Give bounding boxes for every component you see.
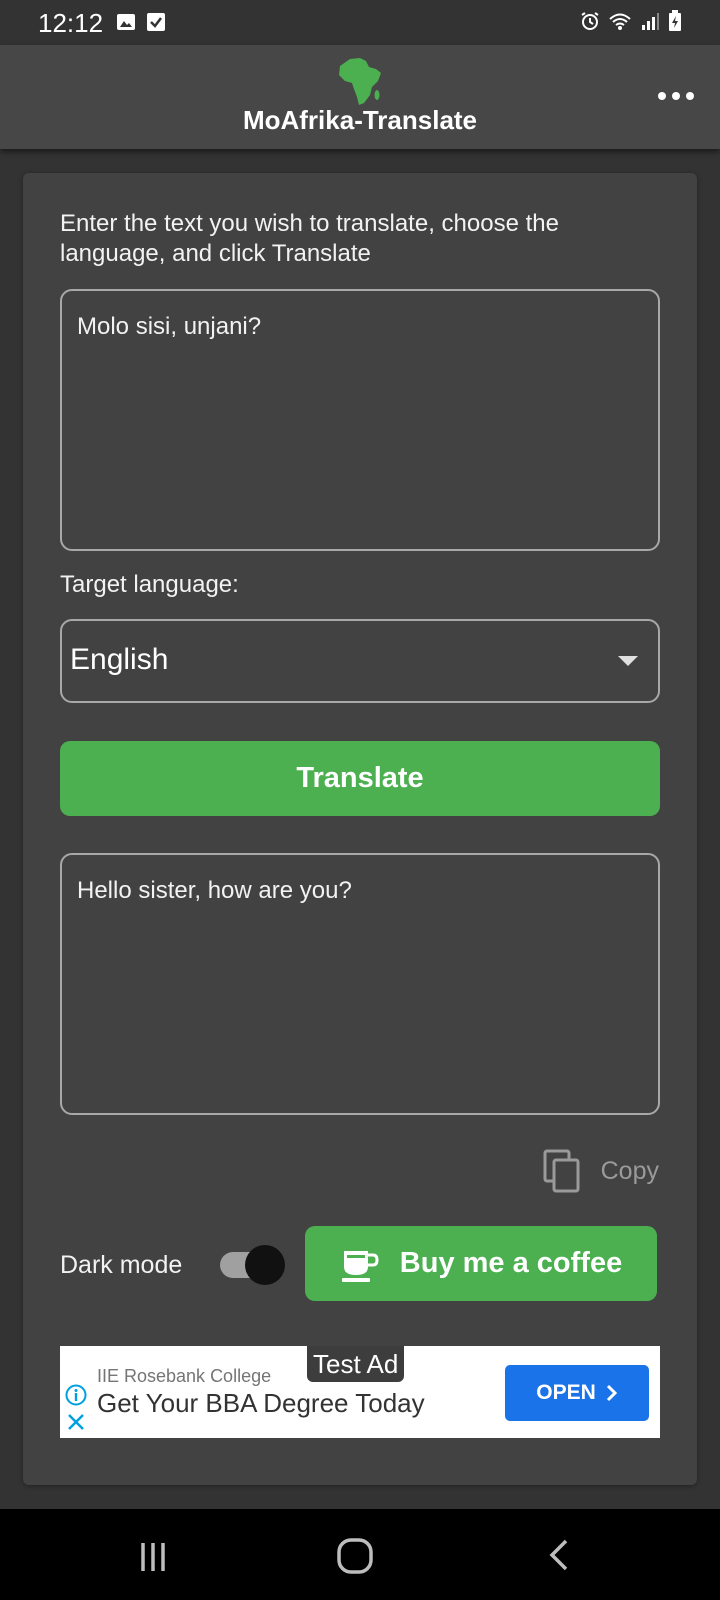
ad-headline: Get Your BBA Degree Today: [97, 1388, 425, 1418]
ad-open-label: OPEN: [536, 1381, 596, 1404]
info-icon[interactable]: [65, 1384, 87, 1406]
chevron-right-icon: [606, 1384, 617, 1402]
ad-open-button[interactable]: OPEN: [505, 1365, 649, 1421]
status-time: 12:12: [38, 8, 104, 38]
source-text-value: Molo sisi, unjani?: [77, 313, 262, 340]
status-right-icons: [580, 10, 682, 32]
target-language-label: Target language:: [60, 571, 239, 598]
buy-coffee-label: Buy me a coffee: [399, 1247, 623, 1279]
dark-mode-toggle[interactable]: [218, 1245, 288, 1285]
dropdown-arrow-icon: [618, 656, 638, 666]
source-text-field[interactable]: Molo sisi, unjani?: [60, 289, 660, 551]
back-icon[interactable]: [544, 1537, 584, 1577]
home-icon[interactable]: [336, 1537, 376, 1577]
battery-charging-icon: [669, 10, 681, 31]
gallery-icon: [117, 14, 135, 30]
status-left-icons: [116, 12, 166, 32]
recent-apps-icon[interactable]: [136, 1537, 176, 1577]
copy-icon: [543, 1149, 580, 1193]
signal-icon: [642, 13, 659, 30]
instructions-text: Enter the text you wish to translate, ch…: [60, 210, 559, 267]
alarm-icon: [581, 12, 599, 30]
app-title: MoAfrika-Translate: [242, 105, 478, 135]
checkbox-icon: [147, 13, 165, 31]
africa-map-icon: [339, 58, 381, 105]
app-bar: MoAfrika-Translate: [0, 45, 720, 149]
system-nav-bar: [0, 1509, 720, 1600]
dark-mode-label: Dark mode: [60, 1251, 183, 1279]
wifi-icon: [609, 13, 631, 30]
translate-button[interactable]: Translate: [60, 741, 660, 816]
result-text-field[interactable]: Hello sister, how are you?: [60, 853, 660, 1115]
copy-label: Copy: [600, 1156, 659, 1185]
close-icon[interactable]: [66, 1412, 86, 1432]
buy-coffee-button[interactable]: Buy me a coffee: [305, 1226, 657, 1301]
more-horizontal-icon[interactable]: [658, 89, 694, 103]
test-ad-tag: Test Ad: [307, 1346, 405, 1382]
status-bar: 12:12: [0, 0, 720, 45]
toggle-thumb: [245, 1245, 285, 1285]
translate-card: Enter the text you wish to translate, ch…: [23, 173, 697, 1485]
target-language-value: English: [70, 643, 169, 676]
coffee-cup-icon: [341, 1250, 379, 1282]
result-text-value: Hello sister, how are you?: [77, 877, 352, 904]
ad-banner[interactable]: Test Ad IIE Rosebank College Get Your BB…: [60, 1346, 660, 1438]
copy-button[interactable]: Copy: [543, 1149, 659, 1193]
ad-sponsor: IIE Rosebank College: [97, 1366, 272, 1386]
target-language-select[interactable]: English: [60, 619, 660, 703]
